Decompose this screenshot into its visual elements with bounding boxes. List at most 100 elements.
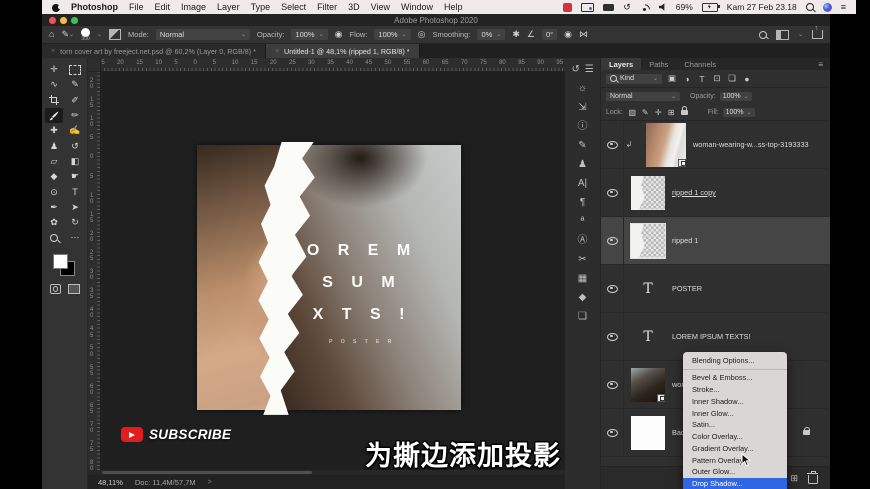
foreground-color-swatch[interactable] (52, 253, 68, 269)
layer-row[interactable]: ripped 1 (601, 217, 830, 265)
lock-paint-icon[interactable]: ✎ (640, 106, 651, 118)
context-menu-item[interactable]: Inner Glow... (683, 407, 787, 419)
canvas-viewport[interactable]: O R E M S U M X T S ! P O S T E R SUBSCR… (101, 72, 565, 470)
context-menu-item[interactable]: Bevel & Emboss... (683, 372, 787, 384)
character-icon[interactable]: A| (573, 174, 592, 193)
properties-icon[interactable]: ☰ (583, 60, 597, 79)
layer-name[interactable]: LOREM IPSUM TEXTS! (672, 332, 751, 341)
share-icon[interactable] (812, 25, 823, 39)
libraries-icon[interactable]: ❏ (573, 307, 592, 326)
mixer-brush-tool-icon[interactable]: ✍ (66, 123, 84, 138)
pressure-opacity-icon[interactable]: ◉ (335, 30, 343, 39)
layer-thumbnail[interactable] (631, 367, 665, 402)
wifi-icon[interactable] (640, 3, 650, 11)
record-icon[interactable] (563, 2, 573, 12)
layer-name[interactable]: ripped 1 (672, 236, 698, 245)
menu-layer[interactable]: Layer (217, 2, 240, 12)
kind-filter-select[interactable]: Kind ⌄ (606, 73, 662, 84)
menu-view[interactable]: View (371, 2, 390, 12)
menu-file[interactable]: File (129, 2, 144, 12)
toggle-brush-panel-icon[interactable] (109, 29, 122, 40)
workspace-icon[interactable] (775, 29, 789, 40)
trash-icon[interactable] (807, 470, 818, 484)
menu-image[interactable]: Image (181, 2, 206, 12)
move-tool-icon[interactable]: ✛ (45, 62, 63, 77)
layer-thumbnail[interactable] (631, 415, 665, 450)
menu-select[interactable]: Select (281, 2, 306, 12)
path-select-tool-icon[interactable]: ➤ (66, 200, 84, 215)
layer-thumbnail[interactable] (630, 222, 666, 259)
search-icon[interactable] (805, 3, 814, 11)
smoothing-select[interactable]: 0% ⌄ (477, 29, 506, 40)
context-menu-item[interactable]: Pattern Overlay... (683, 454, 787, 466)
layer-row[interactable]: ↲ woman-wearing-w...ss-top-3193333 (601, 121, 830, 169)
pen-tool-icon[interactable]: ✒ (45, 200, 63, 215)
paragraph-icon[interactable]: ¶ (573, 193, 592, 212)
layer-name[interactable]: POSTER (672, 284, 702, 293)
eye-icon[interactable] (606, 428, 618, 437)
symmetry-icon[interactable]: ⋈ (579, 30, 588, 39)
menubar-clock[interactable]: Kam 27 Feb 23.18 (727, 2, 797, 12)
eyedropper-tool-icon[interactable]: ✐ (66, 93, 84, 108)
lasso-tool-icon[interactable]: ∿ (45, 77, 63, 92)
context-menu-item[interactable]: Inner Shadow... (683, 395, 787, 407)
menu-list-icon[interactable]: ≡ (841, 2, 846, 12)
layer-row[interactable]: T POSTER (601, 265, 830, 313)
brush-preset-icon[interactable]: ✎ ⌄ (61, 30, 74, 39)
pressure-size-icon[interactable]: ◉ (564, 30, 572, 39)
eye-icon[interactable] (606, 332, 618, 341)
quick-mask-icon[interactable] (49, 283, 61, 294)
crop-tool-icon[interactable] (45, 93, 63, 108)
tab-channels[interactable]: Channels (676, 58, 724, 70)
zoom-level[interactable]: 48,11% (98, 478, 123, 487)
scissors-icon[interactable]: ✂ (573, 250, 592, 269)
eye-icon[interactable] (606, 380, 618, 389)
layer-thumbnail[interactable] (646, 122, 686, 167)
angle-field[interactable]: 0° (541, 29, 558, 40)
layer-thumbnail[interactable]: T (631, 320, 665, 354)
context-menu-item[interactable]: Outer Glow... (683, 466, 787, 478)
siri-icon[interactable] (822, 2, 832, 12)
smudge-tool-icon[interactable]: ☛ (66, 169, 84, 184)
visibility-cell[interactable] (601, 265, 624, 312)
blur-tool-icon[interactable]: ◆ (45, 169, 63, 184)
layer-opacity-field[interactable]: 100% ⌄ (719, 91, 752, 101)
context-menu-item[interactable]: Satin... (683, 419, 787, 431)
close-button[interactable] (49, 17, 56, 24)
poster-document[interactable]: O R E M S U M X T S ! P O S T E R (197, 145, 461, 410)
document-tab-0[interactable]: × torn cover art by freeject.net.psd @ 60… (42, 44, 266, 58)
home-icon[interactable]: ⌂ (49, 30, 54, 39)
history-icon[interactable]: ↺ (569, 60, 583, 79)
context-menu-item[interactable]: Blending Options... (683, 355, 787, 367)
close-tab-icon[interactable]: × (275, 48, 279, 55)
export-icon[interactable]: ⇲ (573, 98, 592, 117)
horizontal-ruler[interactable]: 25 20 15 10 5 0 5 10 15 20 25 30 35 40 45 50 55 60 65 70 75 8… (88, 58, 565, 72)
history-clock-icon[interactable]: ↺ (623, 2, 631, 12)
visibility-cell[interactable] (601, 217, 624, 264)
pattern-icon[interactable]: ▦ (573, 269, 592, 288)
pencil-tool-icon[interactable]: ✏ (66, 108, 84, 123)
zoom-tool-icon[interactable] (45, 230, 63, 245)
marquee-tool-icon[interactable] (66, 62, 84, 77)
lock-transparency-icon[interactable]: ▨ (627, 106, 638, 118)
layer-thumbnail[interactable]: T (631, 272, 665, 306)
visibility-cell[interactable] (601, 121, 624, 168)
clone-stamp-tool-icon[interactable]: ♟ (45, 138, 63, 153)
layer-name[interactable]: woman-wearing-w...ss-top-3193333 (693, 140, 809, 149)
menu-photoshop[interactable]: Photoshop (71, 2, 118, 12)
menu-help[interactable]: Help (444, 2, 463, 12)
search-icon[interactable] (758, 30, 767, 39)
horizontal-scrollbar[interactable] (88, 470, 565, 475)
opacity-select[interactable]: 100% ⌄ (291, 29, 328, 40)
eye-icon[interactable] (606, 236, 618, 245)
layer-name[interactable]: ripped 1 copy (672, 188, 716, 197)
layer-row[interactable]: ripped 1 copy (601, 169, 830, 217)
scrollbar-thumb[interactable] (102, 471, 312, 474)
menu-type[interactable]: Type (251, 2, 271, 12)
brush-settings-icon[interactable]: ✎ (573, 136, 592, 155)
custom-shape-tool-icon[interactable]: ✿ (45, 215, 63, 230)
attribute-filter-icon[interactable]: ● (741, 72, 754, 85)
keyboard-icon[interactable] (603, 3, 615, 11)
gradient-icon[interactable]: ◆ (573, 288, 592, 307)
adjustment-filter-icon[interactable]: ◑ (681, 72, 694, 85)
